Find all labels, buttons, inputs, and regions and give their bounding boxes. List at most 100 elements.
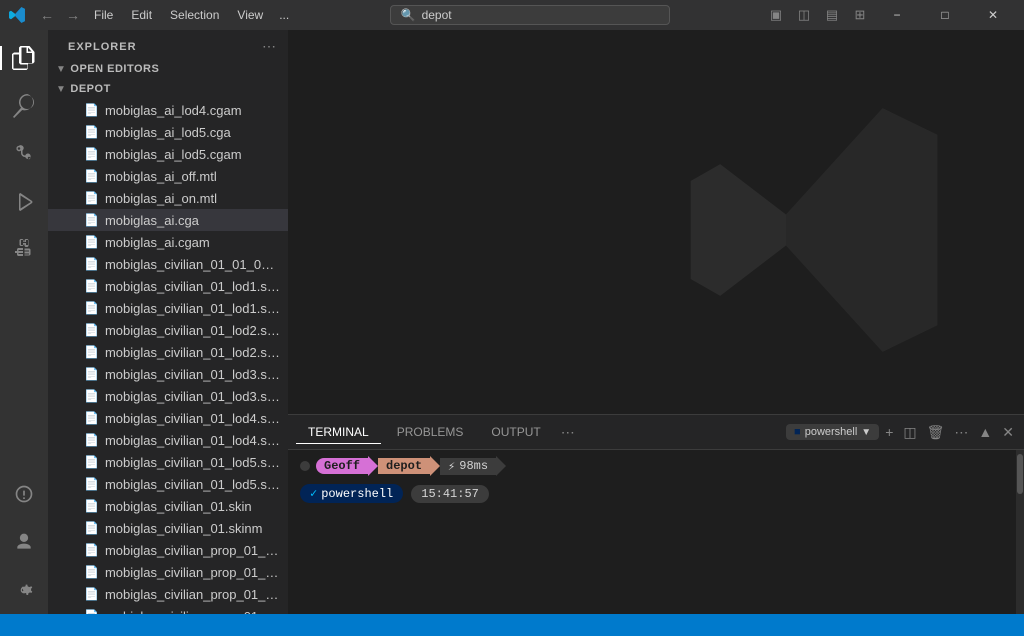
- terminal-content[interactable]: Geoff depot ⚡ 98ms ✓ p: [288, 450, 1024, 614]
- prompt-user: Geoff: [316, 458, 368, 474]
- file-icon: 📄: [84, 411, 99, 425]
- sidebar-item-extensions[interactable]: [0, 226, 48, 274]
- menu-edit[interactable]: Edit: [123, 6, 160, 24]
- list-item[interactable]: 📄 mobiglas_civilian_prop_01_lod2.cgf: [48, 583, 288, 605]
- main-area: EXPLORER ⋯ ▼ OPEN EDITORS ▼ DEPOT 📄 mobi…: [0, 30, 1024, 614]
- file-icon: 📄: [84, 191, 99, 205]
- vscode-watermark: [664, 80, 964, 380]
- sidebar-item-remote[interactable]: [0, 470, 48, 518]
- file-icon: 📄: [84, 587, 99, 601]
- time-icon: ⚡: [448, 459, 455, 474]
- tab-terminal[interactable]: TERMINAL: [296, 421, 381, 444]
- list-item[interactable]: 📄 mobiglas_ai_lod5.cga: [48, 121, 288, 143]
- tab-output[interactable]: OUTPUT: [479, 421, 552, 444]
- editor-terminal-area: TERMINAL PROBLEMS OUTPUT ⋯ ■ powershell …: [288, 30, 1024, 614]
- list-item[interactable]: 📄 mobiglas_civilian_01_lod4.skinm: [48, 429, 288, 451]
- list-item[interactable]: 📄 mobiglas_civilian_01.skinm: [48, 517, 288, 539]
- terminal-panel: TERMINAL PROBLEMS OUTPUT ⋯ ■ powershell …: [288, 414, 1024, 614]
- new-terminal-button[interactable]: +: [883, 422, 895, 442]
- menu-view[interactable]: View: [229, 6, 271, 24]
- menu-file[interactable]: File: [86, 6, 121, 24]
- file-name: mobiglas_civilian_prop_01_lod1.cgfm: [105, 565, 280, 580]
- sidebar-item-search[interactable]: [0, 82, 48, 130]
- file-icon: 📄: [84, 345, 99, 359]
- prompt-user-arrow-icon: [368, 456, 378, 476]
- file-icon: 📄: [84, 169, 99, 183]
- terminal-more-button[interactable]: ⋯: [952, 422, 970, 443]
- nav-back-button[interactable]: ←: [36, 5, 58, 25]
- file-name: mobiglas_ai.cgam: [105, 235, 210, 250]
- nav-forward-button[interactable]: →: [62, 5, 84, 25]
- list-item[interactable]: 📄 mobiglas_ai.cgam: [48, 231, 288, 253]
- list-item[interactable]: 📄 mobiglas_ai_lod4.cgam: [48, 99, 288, 121]
- minimize-button[interactable]: −: [874, 0, 920, 30]
- list-item[interactable]: 📄 mobiglas_civilian_01_lod5.skinm: [48, 473, 288, 495]
- list-item[interactable]: 📄 mobiglas_civilian_prop_01_lod1.cgfm: [48, 561, 288, 583]
- terminal-scrollbar[interactable]: [1016, 450, 1024, 614]
- layout-btn-2[interactable]: ◫: [792, 5, 816, 25]
- file-name: mobiglas_ai_lod5.cgam: [105, 147, 242, 162]
- list-item[interactable]: 📄 mobiglas_civilian_01_lod2.skin: [48, 319, 288, 341]
- list-item[interactable]: 📄 mobiglas_ai_off.mtl: [48, 165, 288, 187]
- file-name: mobiglas_civilian_01_01_01.mtl: [105, 257, 280, 272]
- file-icon: 📄: [84, 103, 99, 117]
- trash-button[interactable]: 🗑: [925, 422, 947, 443]
- maximize-terminal-button[interactable]: ▲: [976, 422, 994, 442]
- tab-problems[interactable]: PROBLEMS: [385, 421, 476, 444]
- list-item[interactable]: 📄 mobiglas_civilian_01_01_01.mtl: [48, 253, 288, 275]
- list-item[interactable]: 📄 mobiglas_civilian_01_lod2.skinm: [48, 341, 288, 363]
- menu-more[interactable]: ...: [273, 6, 295, 24]
- list-item[interactable]: 📄 mobiglas_civilian_prop_01_lod1.cgf: [48, 539, 288, 561]
- prompt-circle-icon: [300, 461, 310, 471]
- layout-btn-1[interactable]: ▣: [764, 5, 788, 25]
- file-icon: 📄: [84, 455, 99, 469]
- shell-selector[interactable]: ■ powershell ▼: [786, 424, 879, 440]
- list-item[interactable]: 📄 mobiglas_ai_on.mtl: [48, 187, 288, 209]
- list-item[interactable]: 📄 mobiglas_civilian_01_lod4.skin: [48, 407, 288, 429]
- sidebar-more-button[interactable]: ⋯: [262, 38, 276, 55]
- depot-section: ▼ DEPOT: [48, 79, 288, 99]
- list-item[interactable]: 📄 mobiglas_civilian_01_lod3.skinm: [48, 385, 288, 407]
- close-terminal-button[interactable]: ✕: [1000, 422, 1016, 443]
- file-name: mobiglas_civilian_prop_01_lod2.cgf: [105, 587, 280, 602]
- list-item[interactable]: 📄 mobiglas_ai.cga: [48, 209, 288, 231]
- open-editors-header[interactable]: ▼ OPEN EDITORS: [48, 61, 288, 77]
- search-input[interactable]: [422, 8, 622, 22]
- file-name: mobiglas_ai_lod5.cga: [105, 125, 231, 140]
- sidebar-item-source-control[interactable]: [0, 130, 48, 178]
- list-item[interactable]: 📄 mobiglas_civilian_01.skin: [48, 495, 288, 517]
- sidebar-item-explorer[interactable]: [0, 34, 48, 82]
- layout-btn-3[interactable]: ▤: [820, 5, 844, 25]
- file-name: mobiglas_civilian_01_lod1.skinm: [105, 301, 280, 316]
- file-name: mobiglas_civilian_prop_01_lod1.cgf: [105, 543, 280, 558]
- ps-icon: ✓: [310, 486, 317, 501]
- list-item[interactable]: 📄 mobiglas_civilian_01_lod3.skin: [48, 363, 288, 385]
- file-name: mobiglas_civilian_01_lod4.skinm: [105, 433, 280, 448]
- ps-label: powershell: [321, 487, 393, 501]
- file-name: mobiglas_ai_on.mtl: [105, 191, 217, 206]
- sidebar-item-settings[interactable]: [0, 566, 48, 614]
- split-terminal-button[interactable]: ◫: [901, 422, 918, 443]
- sidebar-item-accounts[interactable]: [0, 518, 48, 566]
- restore-button[interactable]: □: [922, 0, 968, 30]
- file-icon: 📄: [84, 257, 99, 271]
- list-item[interactable]: 📄 mobiglas_civilian_01_lod1.skinm: [48, 297, 288, 319]
- terminal-icon-buttons: + ◫ 🗑 ⋯ ▲ ✕: [883, 422, 1016, 443]
- depot-header[interactable]: ▼ DEPOT: [48, 81, 288, 97]
- file-icon: 📄: [84, 125, 99, 139]
- close-button[interactable]: ✕: [970, 0, 1016, 30]
- terminal-tabs: TERMINAL PROBLEMS OUTPUT ⋯ ■ powershell …: [288, 415, 1024, 450]
- terminal-tab-more[interactable]: ⋯: [557, 422, 579, 443]
- chevron-down-icon: ▼: [861, 427, 871, 438]
- layout-btn-4[interactable]: ⊞: [848, 5, 872, 25]
- list-item[interactable]: 📄 mobiglas_civilian_01_lod5.skin: [48, 451, 288, 473]
- list-item[interactable]: 📄 mobiglas_civilian_prop_01_lod2.cgfm: [48, 605, 288, 614]
- file-icon: 📄: [84, 213, 99, 227]
- menu-selection[interactable]: Selection: [162, 6, 227, 24]
- list-item[interactable]: 📄 mobiglas_civilian_01_lod1.skin: [48, 275, 288, 297]
- sidebar-item-run[interactable]: [0, 178, 48, 226]
- search-bar[interactable]: 🔍: [390, 5, 670, 25]
- nav-buttons: ← →: [36, 5, 84, 25]
- file-icon: 📄: [84, 543, 99, 557]
- list-item[interactable]: 📄 mobiglas_ai_lod5.cgam: [48, 143, 288, 165]
